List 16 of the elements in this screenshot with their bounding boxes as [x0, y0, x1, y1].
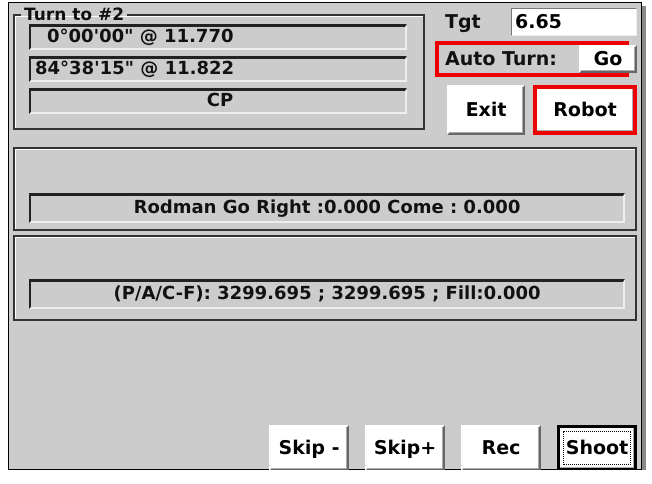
- readout-field: 0°00'00" @ 11.770: [29, 24, 407, 50]
- action-button[interactable]: Skip -: [269, 425, 349, 470]
- target-input[interactable]: 6.65: [511, 8, 637, 36]
- status-readout: (P/A/C-F): 3299.695 ; 3299.695 ; Fill:0.000: [29, 279, 625, 309]
- action-button[interactable]: Shoot: [557, 425, 637, 470]
- action-button[interactable]: Exit: [447, 85, 525, 135]
- readout-field: 84°38'15" @ 11.822: [29, 56, 407, 82]
- action-button[interactable]: Rec: [461, 425, 541, 470]
- group-title: Turn to #2: [23, 6, 126, 24]
- target-label: Tgt: [445, 11, 481, 33]
- action-button[interactable]: Skip+: [365, 425, 445, 470]
- status-readout: Rodman Go Right :0.000 Come : 0.000: [29, 193, 625, 223]
- action-button[interactable]: Robot: [533, 85, 637, 135]
- readout-field: CP: [29, 88, 407, 114]
- go-button[interactable]: Go: [579, 45, 637, 73]
- auto-turn-label: Auto Turn:: [445, 48, 557, 70]
